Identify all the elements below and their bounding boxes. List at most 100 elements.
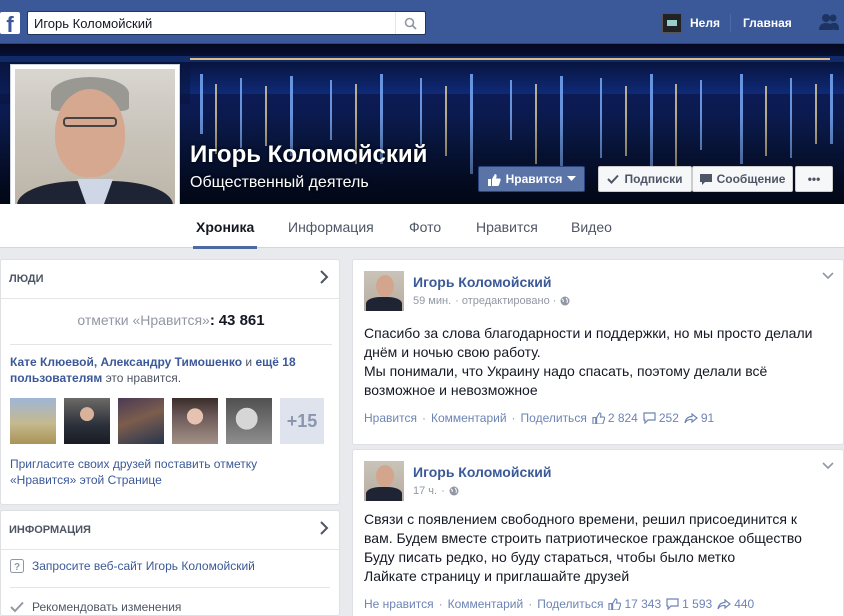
globe-icon — [560, 296, 570, 306]
website-request-row[interactable]: ? Запросите веб-сайт Игорь Коломойский — [10, 559, 255, 573]
shares-stat[interactable]: 440 — [717, 597, 754, 611]
like-page-button[interactable]: Нравится — [478, 166, 585, 192]
share-button[interactable]: Поделиться — [521, 411, 587, 425]
globe-icon — [449, 486, 459, 496]
more-options-button[interactable]: ••• — [795, 166, 833, 192]
top-bar: f Неля Главная — [0, 0, 844, 44]
separator-dot: · — [438, 597, 443, 611]
tab-timeline[interactable]: Хроника — [196, 219, 254, 235]
page-category: Общественный деятель — [190, 174, 369, 191]
chevron-down-icon[interactable] — [822, 272, 834, 280]
friends-and: и — [242, 355, 256, 369]
comments-stat[interactable]: 252 — [643, 411, 679, 425]
likes-stat[interactable]: 17 343 — [608, 597, 661, 611]
tab-info[interactable]: Информация — [288, 219, 374, 235]
info-card: ИНФОРМАЦИЯ ? Запросите веб-сайт Игорь Ко… — [0, 510, 341, 616]
user-profile-link[interactable]: Неля — [690, 16, 720, 30]
comments-stat[interactable]: 1 593 — [666, 597, 712, 611]
post-text-line: днём и ночью свою работу. — [364, 344, 541, 360]
thumbs-up-icon — [592, 412, 605, 424]
post-text-line: Спасибо за слова благодарности и поддерж… — [364, 325, 813, 341]
search-icon — [404, 17, 417, 30]
user-avatar[interactable] — [662, 13, 682, 33]
search-button[interactable] — [395, 12, 425, 34]
post-text-line: вам. Будем вместе строить патриотическое… — [364, 530, 802, 546]
post-text-line: Мы понимали, что Украину надо спасать, п… — [364, 363, 768, 379]
people-card-title[interactable]: ЛЮДИ — [9, 273, 44, 285]
post-time[interactable]: 17 ч. — [413, 485, 437, 497]
divider — [10, 344, 332, 345]
post-actions: Не нравится · Комментарий · Поделиться 1… — [364, 597, 754, 611]
friend-thumbnail[interactable] — [64, 398, 110, 444]
more-friends-button[interactable]: +15 — [280, 398, 324, 444]
likes-count: 17 343 — [624, 597, 662, 611]
nav-divider — [729, 14, 731, 32]
post-card: Игорь Коломойский 17 ч. · Связи с появле… — [352, 449, 844, 616]
likes-count: 2 824 — [607, 411, 638, 425]
chevron-down-icon[interactable] — [822, 462, 834, 470]
separator-dot: · — [511, 411, 516, 425]
search-input[interactable] — [34, 15, 394, 31]
like-page-label: Нравится — [505, 172, 563, 186]
friend-thumbnail[interactable] — [172, 398, 218, 444]
share-button[interactable]: Поделиться — [537, 597, 603, 611]
suggest-edits-link[interactable]: Рекомендовать изменения — [32, 600, 181, 614]
subscriptions-button[interactable]: Подписки — [598, 166, 692, 192]
facebook-logo[interactable]: f — [0, 12, 20, 34]
likes-summary: отметки «Нравится»: 43 861 — [1, 312, 341, 329]
search-box[interactable] — [27, 11, 426, 35]
likes-count: 43 861 — [218, 312, 265, 329]
tab-videos[interactable]: Видео — [571, 219, 612, 235]
post-meta: 59 мин. · отредактировано · — [413, 295, 570, 307]
suggest-edits-row[interactable]: Рекомендовать изменения — [10, 600, 181, 614]
tab-likes[interactable]: Нравится — [476, 219, 538, 235]
thumbs-up-icon — [487, 173, 501, 186]
page-tabs: Хроника Информация Фото Нравится Видео — [0, 204, 844, 249]
website-request-link[interactable]: Запросите веб-сайт Игорь Коломойский — [32, 559, 255, 573]
check-icon — [10, 601, 24, 613]
shares-count: 91 — [700, 411, 715, 425]
likes-colon: : — [209, 312, 215, 329]
tab-photos[interactable]: Фото — [409, 219, 441, 235]
home-link[interactable]: Главная — [743, 16, 792, 30]
friend-thumbnail[interactable] — [118, 398, 164, 444]
comments-count: 1 593 — [682, 597, 713, 611]
people-card: ЛЮДИ отметки «Нравится»: 43 861 Кате Клю… — [0, 259, 341, 505]
share-icon — [717, 598, 732, 609]
info-card-title[interactable]: ИНФОРМАЦИЯ — [9, 524, 91, 536]
subscriptions-label: Подписки — [624, 172, 683, 186]
post-meta: 17 ч. · — [413, 485, 459, 497]
message-button[interactable]: Сообщение — [692, 166, 793, 192]
post-text-line: Буду писать редко, но буду стараться, чт… — [364, 549, 736, 565]
friend-thumbnail[interactable] — [10, 398, 56, 444]
chevron-right-icon[interactable] — [319, 521, 329, 535]
comment-icon — [643, 412, 656, 424]
separator-dot: · — [421, 411, 426, 425]
friends-thumbnails: +15 — [10, 398, 324, 444]
post-text-line: Связи с появлением свободного времени, р… — [364, 511, 798, 527]
more-options-label: ••• — [807, 172, 821, 186]
chevron-right-icon[interactable] — [319, 270, 329, 284]
nav-right: Неля Главная — [662, 12, 792, 34]
like-button[interactable]: Нравится — [364, 411, 417, 425]
shares-stat[interactable]: 91 — [684, 411, 714, 425]
post-author-avatar[interactable] — [364, 271, 404, 311]
comments-count: 252 — [658, 411, 679, 425]
separator-dot: · — [528, 597, 533, 611]
thumbs-up-icon — [608, 598, 622, 610]
post-time[interactable]: 59 мин. — [413, 295, 451, 307]
comment-button[interactable]: Комментарий — [448, 597, 524, 611]
unlike-button[interactable]: Не нравится — [364, 597, 434, 611]
likes-stat[interactable]: 2 824 — [592, 411, 638, 425]
invite-friends-link[interactable]: Пригласите своих друзей поставить отметк… — [10, 456, 310, 488]
post-author[interactable]: Игорь Коломойский — [413, 274, 551, 290]
friend-thumbnail[interactable] — [226, 398, 272, 444]
post-author-avatar[interactable] — [364, 461, 404, 501]
friend-requests-icon[interactable] — [818, 13, 840, 31]
message-icon — [699, 173, 712, 185]
comment-button[interactable]: Комментарий — [431, 411, 507, 425]
friend-names-link[interactable]: Кате Клюевой, Александру Тимошенко — [10, 355, 242, 369]
post-author[interactable]: Игорь Коломойский — [413, 464, 551, 480]
comment-icon — [666, 598, 679, 610]
post-edited[interactable]: · отредактировано · — [455, 295, 556, 307]
